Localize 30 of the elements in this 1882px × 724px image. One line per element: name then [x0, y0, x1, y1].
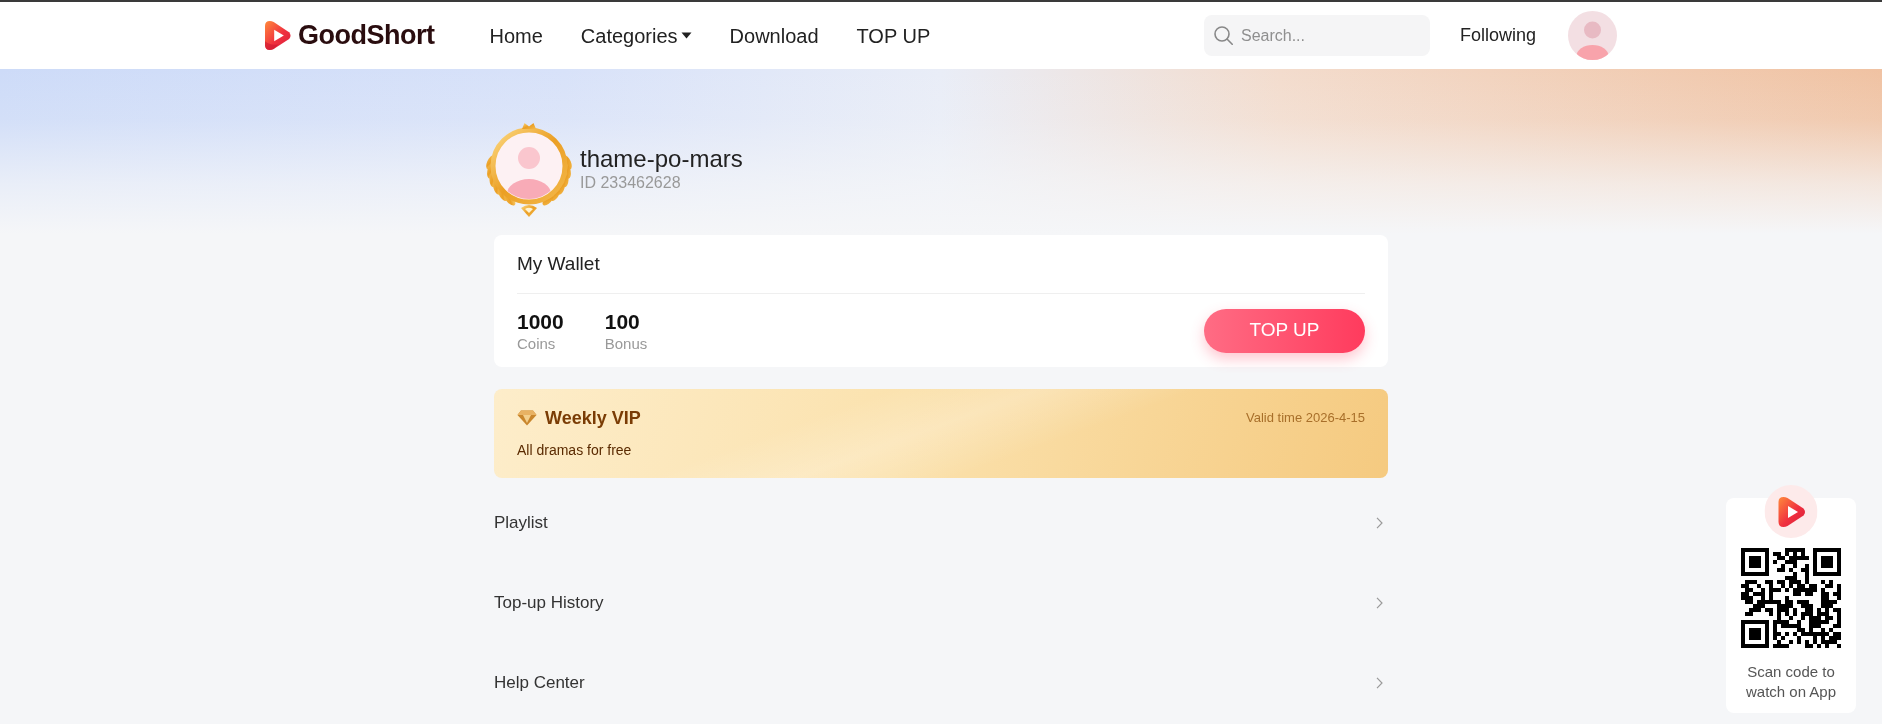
wallet-title: My Wallet [517, 251, 600, 276]
balance-label: Coins [517, 334, 557, 353]
vip-title: Weekly VIP [545, 406, 641, 430]
scan-caption: Scan code to watch on App [1744, 662, 1838, 702]
balance-value: 1000 [517, 308, 564, 335]
vip-valid-date: Valid time 2026-4-15 [1246, 409, 1365, 428]
menu-item[interactable]: Help Center [494, 643, 1388, 723]
diamond-icon [517, 410, 537, 426]
balance-label: Bonus [604, 334, 648, 353]
nav-link[interactable]: TOP UP [856, 20, 931, 51]
user-id: ID 233462628 [580, 173, 682, 193]
logo-icon [265, 20, 292, 51]
following-link[interactable]: Following [1459, 22, 1536, 49]
chevron-right-icon [1376, 677, 1383, 689]
logo-link[interactable]: GoodShort [265, 20, 435, 51]
username: thame-po-mars [580, 145, 743, 173]
menu-item[interactable]: Top-up History [494, 563, 1388, 643]
chevron-right-icon [1376, 517, 1383, 529]
avatar-frame-icon [485, 120, 573, 218]
caret-down-icon [680, 32, 692, 39]
chevron-right-icon [1376, 597, 1383, 609]
nav-link[interactable]: Home [489, 20, 543, 51]
menu-item[interactable]: Playlist [494, 483, 1388, 563]
search-icon [1213, 26, 1233, 45]
vip-subtitle: All dramas for free [517, 440, 632, 460]
nav-dropdown[interactable]: Categories [580, 20, 692, 51]
balance-value: 100 [604, 308, 641, 335]
nav-link[interactable]: Download [729, 20, 819, 51]
user-avatar-icon[interactable] [1568, 11, 1617, 60]
search-field[interactable]: Search... [1203, 15, 1430, 56]
